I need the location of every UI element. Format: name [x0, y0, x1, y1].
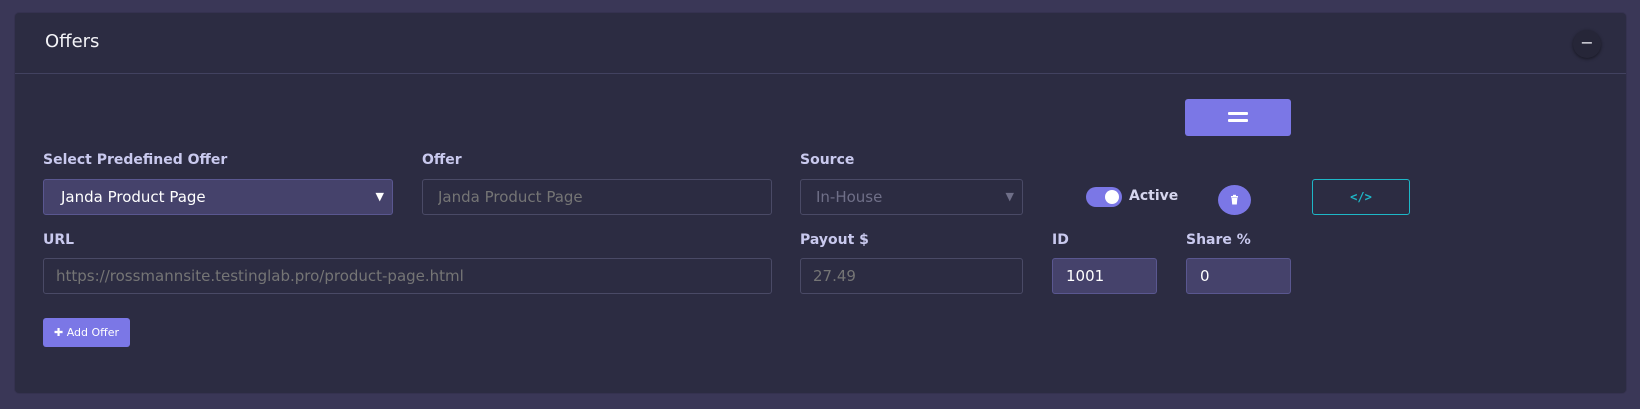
predefined-offer-select[interactable]: Janda Product Page ▼: [43, 179, 393, 215]
panel-header: Offers −: [15, 13, 1626, 74]
predefined-offer-label: Select Predefined Offer: [43, 152, 228, 168]
delete-offer-button[interactable]: [1218, 185, 1251, 215]
source-select[interactable]: In-House ▼: [800, 179, 1023, 215]
share-value: 0: [1200, 267, 1210, 285]
chevron-down-icon: ▼: [375, 190, 384, 203]
add-offer-label: Add Offer: [66, 326, 120, 339]
offer-label: Offer: [422, 152, 462, 168]
predefined-offer-value: Janda Product Page: [61, 188, 206, 206]
id-label: ID: [1052, 232, 1069, 248]
source-label: Source: [800, 152, 855, 168]
drag-handle-icon: [1228, 112, 1248, 115]
share-label: Share %: [1186, 232, 1251, 248]
trash-icon: [1231, 194, 1238, 205]
active-toggle[interactable]: [1086, 187, 1122, 207]
chevron-down-icon: ▼: [1005, 190, 1014, 203]
source-value: In-House: [816, 188, 883, 206]
embed-code-button[interactable]: </>: [1312, 179, 1410, 215]
toggle-knob: [1105, 190, 1119, 204]
url-input[interactable]: [43, 258, 772, 294]
payout-input[interactable]: [800, 258, 1023, 294]
url-label: URL: [43, 232, 75, 248]
offer-input[interactable]: [422, 179, 772, 215]
id-input[interactable]: 1001: [1052, 258, 1157, 294]
add-offer-button[interactable]: ✚ Add Offer: [43, 318, 130, 347]
id-value: 1001: [1066, 267, 1105, 285]
drag-handle-button[interactable]: [1185, 99, 1291, 136]
active-label: Active: [1129, 188, 1179, 204]
panel-title: Offers: [45, 31, 100, 52]
code-icon: </>: [1350, 190, 1372, 204]
minus-icon: −: [1580, 33, 1594, 52]
collapse-button[interactable]: −: [1573, 30, 1601, 58]
drag-handle-icon-bar: [1228, 119, 1248, 122]
share-input[interactable]: 0: [1186, 258, 1291, 294]
payout-label: Payout $: [800, 232, 869, 248]
plus-icon: ✚: [53, 326, 64, 339]
